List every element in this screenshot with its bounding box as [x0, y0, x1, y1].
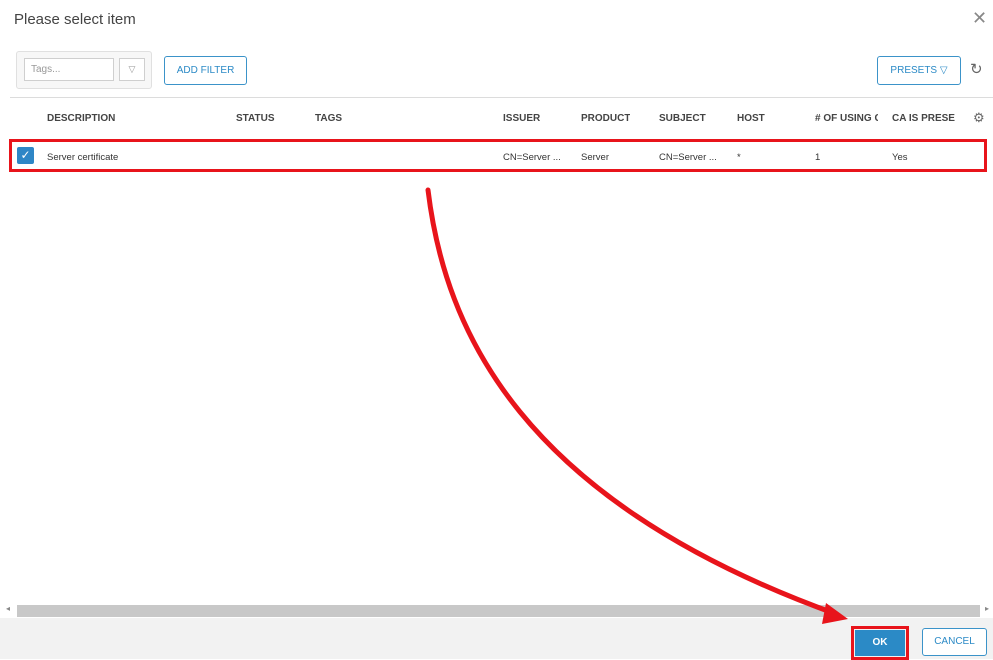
add-filter-button[interactable]: ADD FILTER	[164, 56, 247, 85]
scroll-left-arrow-icon[interactable]: ◂	[6, 604, 10, 613]
row-highlight-annotation	[9, 139, 987, 172]
presets-button[interactable]: PRESETS ▽	[877, 56, 961, 85]
horizontal-scrollbar[interactable]	[17, 605, 980, 617]
tags-dropdown-icon[interactable]: ▽	[119, 58, 145, 81]
column-header-using-count[interactable]: # OF USING C	[815, 113, 878, 124]
close-icon[interactable]: ✕	[972, 8, 987, 28]
annotation-arrow-path	[425, 187, 839, 617]
column-header-issuer[interactable]: ISSUER	[503, 113, 540, 124]
column-header-tags[interactable]: TAGS	[315, 113, 342, 124]
column-header-ca-present[interactable]: CA IS PRESEN	[892, 113, 955, 124]
gear-icon[interactable]: ⚙	[973, 110, 985, 126]
annotation-arrow	[425, 187, 848, 624]
ok-highlight-annotation	[851, 626, 909, 660]
cancel-button[interactable]: CANCEL	[922, 628, 987, 656]
dialog-footer	[0, 618, 993, 659]
column-header-status[interactable]: STATUS	[236, 113, 275, 124]
dialog-title: Please select item	[14, 11, 136, 28]
header-divider	[10, 97, 993, 98]
scroll-right-arrow-icon[interactable]: ▸	[985, 604, 989, 613]
refresh-icon[interactable]: ↻	[970, 60, 983, 78]
column-header-description[interactable]: DESCRIPTION	[47, 113, 115, 124]
column-header-host[interactable]: HOST	[737, 113, 765, 124]
column-header-subject[interactable]: SUBJECT	[659, 113, 706, 124]
tags-input[interactable]: Tags...	[24, 58, 114, 81]
column-header-product[interactable]: PRODUCT	[581, 113, 630, 124]
